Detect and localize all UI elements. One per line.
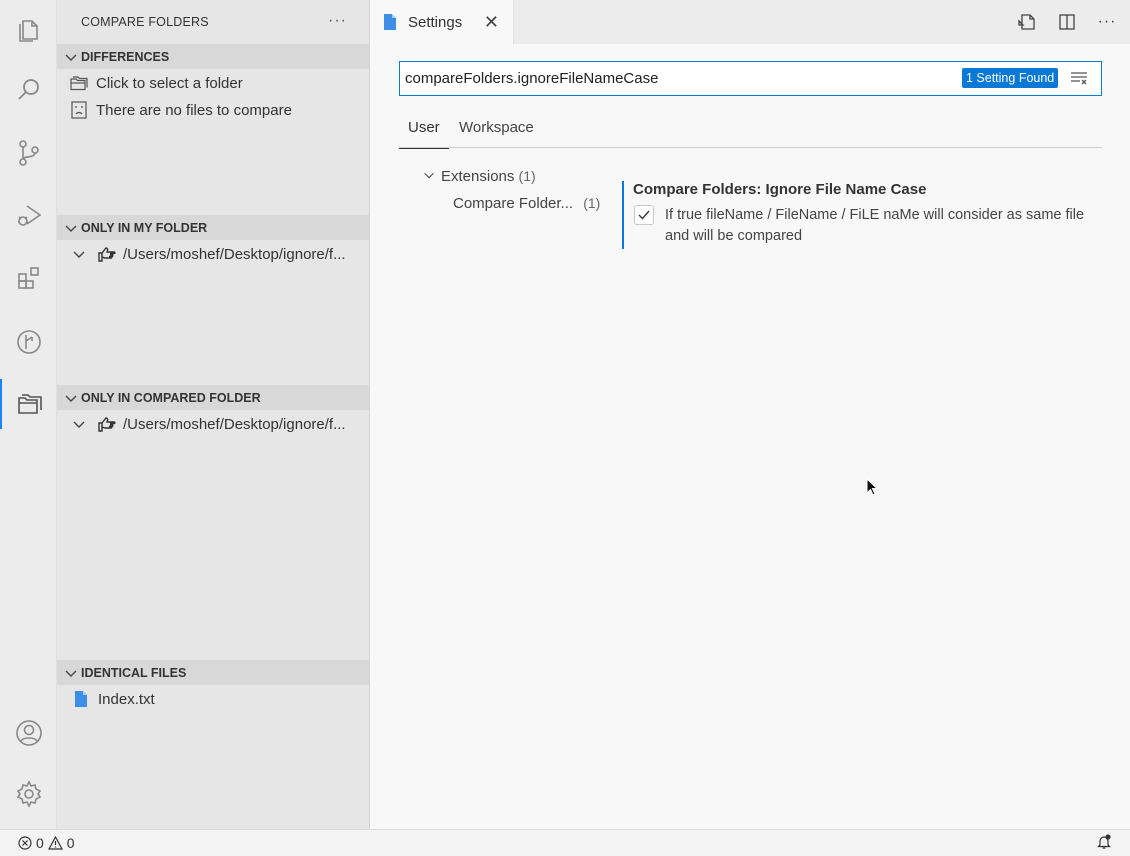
toc-compare-folders[interactable]: Compare Folder... (1) bbox=[453, 195, 600, 212]
row-label: There are no files to compare bbox=[96, 101, 292, 119]
settings-search-box[interactable]: 1 Setting Found bbox=[399, 61, 1102, 96]
section-differences-header[interactable]: DIFFERENCES bbox=[57, 44, 369, 69]
extensions-icon[interactable] bbox=[0, 253, 57, 303]
sidebar-more-icon[interactable]: ··· bbox=[328, 12, 347, 30]
row-label: /Users/moshef/Desktop/ignore/f... bbox=[123, 415, 346, 433]
open-settings-json-icon[interactable] bbox=[1016, 11, 1038, 33]
error-count: 0 bbox=[36, 835, 44, 851]
file-icon bbox=[384, 14, 396, 30]
explorer-icon[interactable] bbox=[0, 4, 57, 54]
setting-title-text: Ignore File Name Case bbox=[765, 181, 927, 198]
chevron-down-icon bbox=[65, 670, 77, 677]
mouse-pointer-icon bbox=[866, 478, 878, 496]
status-bar: 0 0 bbox=[0, 829, 1130, 856]
setting-title: Compare Folders: Ignore File Name Case bbox=[633, 181, 926, 198]
compare-folders-icon[interactable] bbox=[0, 379, 57, 429]
notifications-bell-icon[interactable] bbox=[1096, 834, 1112, 850]
toc-group-count: (1) bbox=[518, 168, 536, 184]
tab-workspace[interactable]: Workspace bbox=[459, 119, 534, 136]
settings-scope-tabs: User Workspace bbox=[399, 115, 1102, 149]
setting-checkbox[interactable] bbox=[634, 205, 654, 225]
tab-bar: Settings ✕ ··· bbox=[370, 0, 1130, 44]
chevron-down-icon bbox=[73, 251, 85, 258]
chevron-down-icon bbox=[65, 225, 77, 232]
split-editor-icon[interactable] bbox=[1056, 11, 1078, 33]
pointing-hand-icon bbox=[97, 414, 117, 434]
sidebar-title: COMPARE FOLDERS bbox=[81, 15, 209, 29]
editor-actions: ··· bbox=[1016, 11, 1118, 33]
chevron-down-icon bbox=[65, 395, 77, 402]
pointing-hand-icon bbox=[97, 244, 117, 264]
chevron-down-icon bbox=[73, 421, 85, 428]
file-icon bbox=[71, 689, 91, 709]
source-control-icon[interactable] bbox=[0, 128, 57, 178]
toc-item-label: Compare Folder... bbox=[453, 195, 574, 212]
section-title: IDENTICAL FILES bbox=[81, 665, 187, 680]
section-title: DIFFERENCES bbox=[81, 49, 170, 64]
accounts-icon[interactable] bbox=[0, 708, 57, 758]
checkmark-icon bbox=[638, 210, 650, 220]
toc-item-count: (1) bbox=[583, 195, 601, 211]
setting-title-prefix: Compare Folders: bbox=[633, 181, 766, 198]
row-label: Index.txt bbox=[98, 690, 155, 708]
more-actions-icon[interactable]: ··· bbox=[1096, 11, 1118, 33]
warning-icon bbox=[47, 836, 63, 850]
problems-indicator[interactable]: 0 0 bbox=[18, 835, 75, 851]
tab-label: Settings bbox=[408, 13, 463, 31]
section-identical-files-header[interactable]: IDENTICAL FILES bbox=[57, 660, 369, 685]
settings-found-badge: 1 Setting Found bbox=[962, 68, 1059, 88]
tab-settings[interactable]: Settings ✕ bbox=[370, 0, 514, 44]
folder-compare-icon bbox=[69, 73, 89, 93]
select-folder-row[interactable]: Click to select a folder bbox=[57, 70, 369, 96]
sidebar: COMPARE FOLDERS ··· DIFFERENCES Click to… bbox=[57, 0, 370, 829]
clear-filter-icon[interactable] bbox=[1070, 71, 1088, 85]
chevron-down-icon bbox=[65, 54, 77, 61]
no-files-row: There are no files to compare bbox=[57, 97, 369, 123]
chevron-down-icon bbox=[424, 172, 434, 179]
run-debug-icon[interactable] bbox=[0, 190, 57, 240]
tab-user[interactable]: User bbox=[399, 119, 449, 149]
section-only-compared-folder-header[interactable]: ONLY IN COMPARED FOLDER bbox=[57, 385, 369, 410]
settings-search-input[interactable] bbox=[405, 70, 955, 87]
editor-area: Settings ✕ ··· 1 Setting Found User Work… bbox=[370, 0, 1130, 829]
compared-folder-path-row[interactable]: /Users/moshef/Desktop/ignore/f... bbox=[57, 411, 369, 437]
error-icon bbox=[18, 836, 32, 850]
section-only-my-folder-header[interactable]: ONLY IN MY FOLDER bbox=[57, 215, 369, 240]
warning-count: 0 bbox=[66, 835, 75, 851]
toc-group-label: Extensions bbox=[441, 168, 515, 185]
close-icon[interactable]: ✕ bbox=[484, 12, 499, 33]
timeline-icon[interactable] bbox=[0, 317, 57, 367]
manage-gear-icon[interactable] bbox=[0, 769, 57, 819]
search-icon[interactable] bbox=[0, 65, 57, 115]
toc-extensions[interactable]: Extensions (1) bbox=[422, 168, 536, 185]
sad-file-icon bbox=[69, 100, 89, 120]
my-folder-path-row[interactable]: /Users/moshef/Desktop/ignore/f... bbox=[57, 241, 369, 267]
section-title: ONLY IN COMPARED FOLDER bbox=[81, 390, 261, 405]
section-title: ONLY IN MY FOLDER bbox=[81, 220, 208, 235]
identical-file-row[interactable]: Index.txt bbox=[57, 686, 369, 712]
row-label: /Users/moshef/Desktop/ignore/f... bbox=[123, 245, 346, 263]
row-label: Click to select a folder bbox=[96, 74, 243, 92]
setting-description: If true fileName / FileName / FiLE naMe … bbox=[665, 207, 1085, 244]
setting-ignore-file-name-case: Compare Folders: Ignore File Name Case I… bbox=[622, 181, 1112, 249]
activity-bar bbox=[0, 0, 57, 829]
